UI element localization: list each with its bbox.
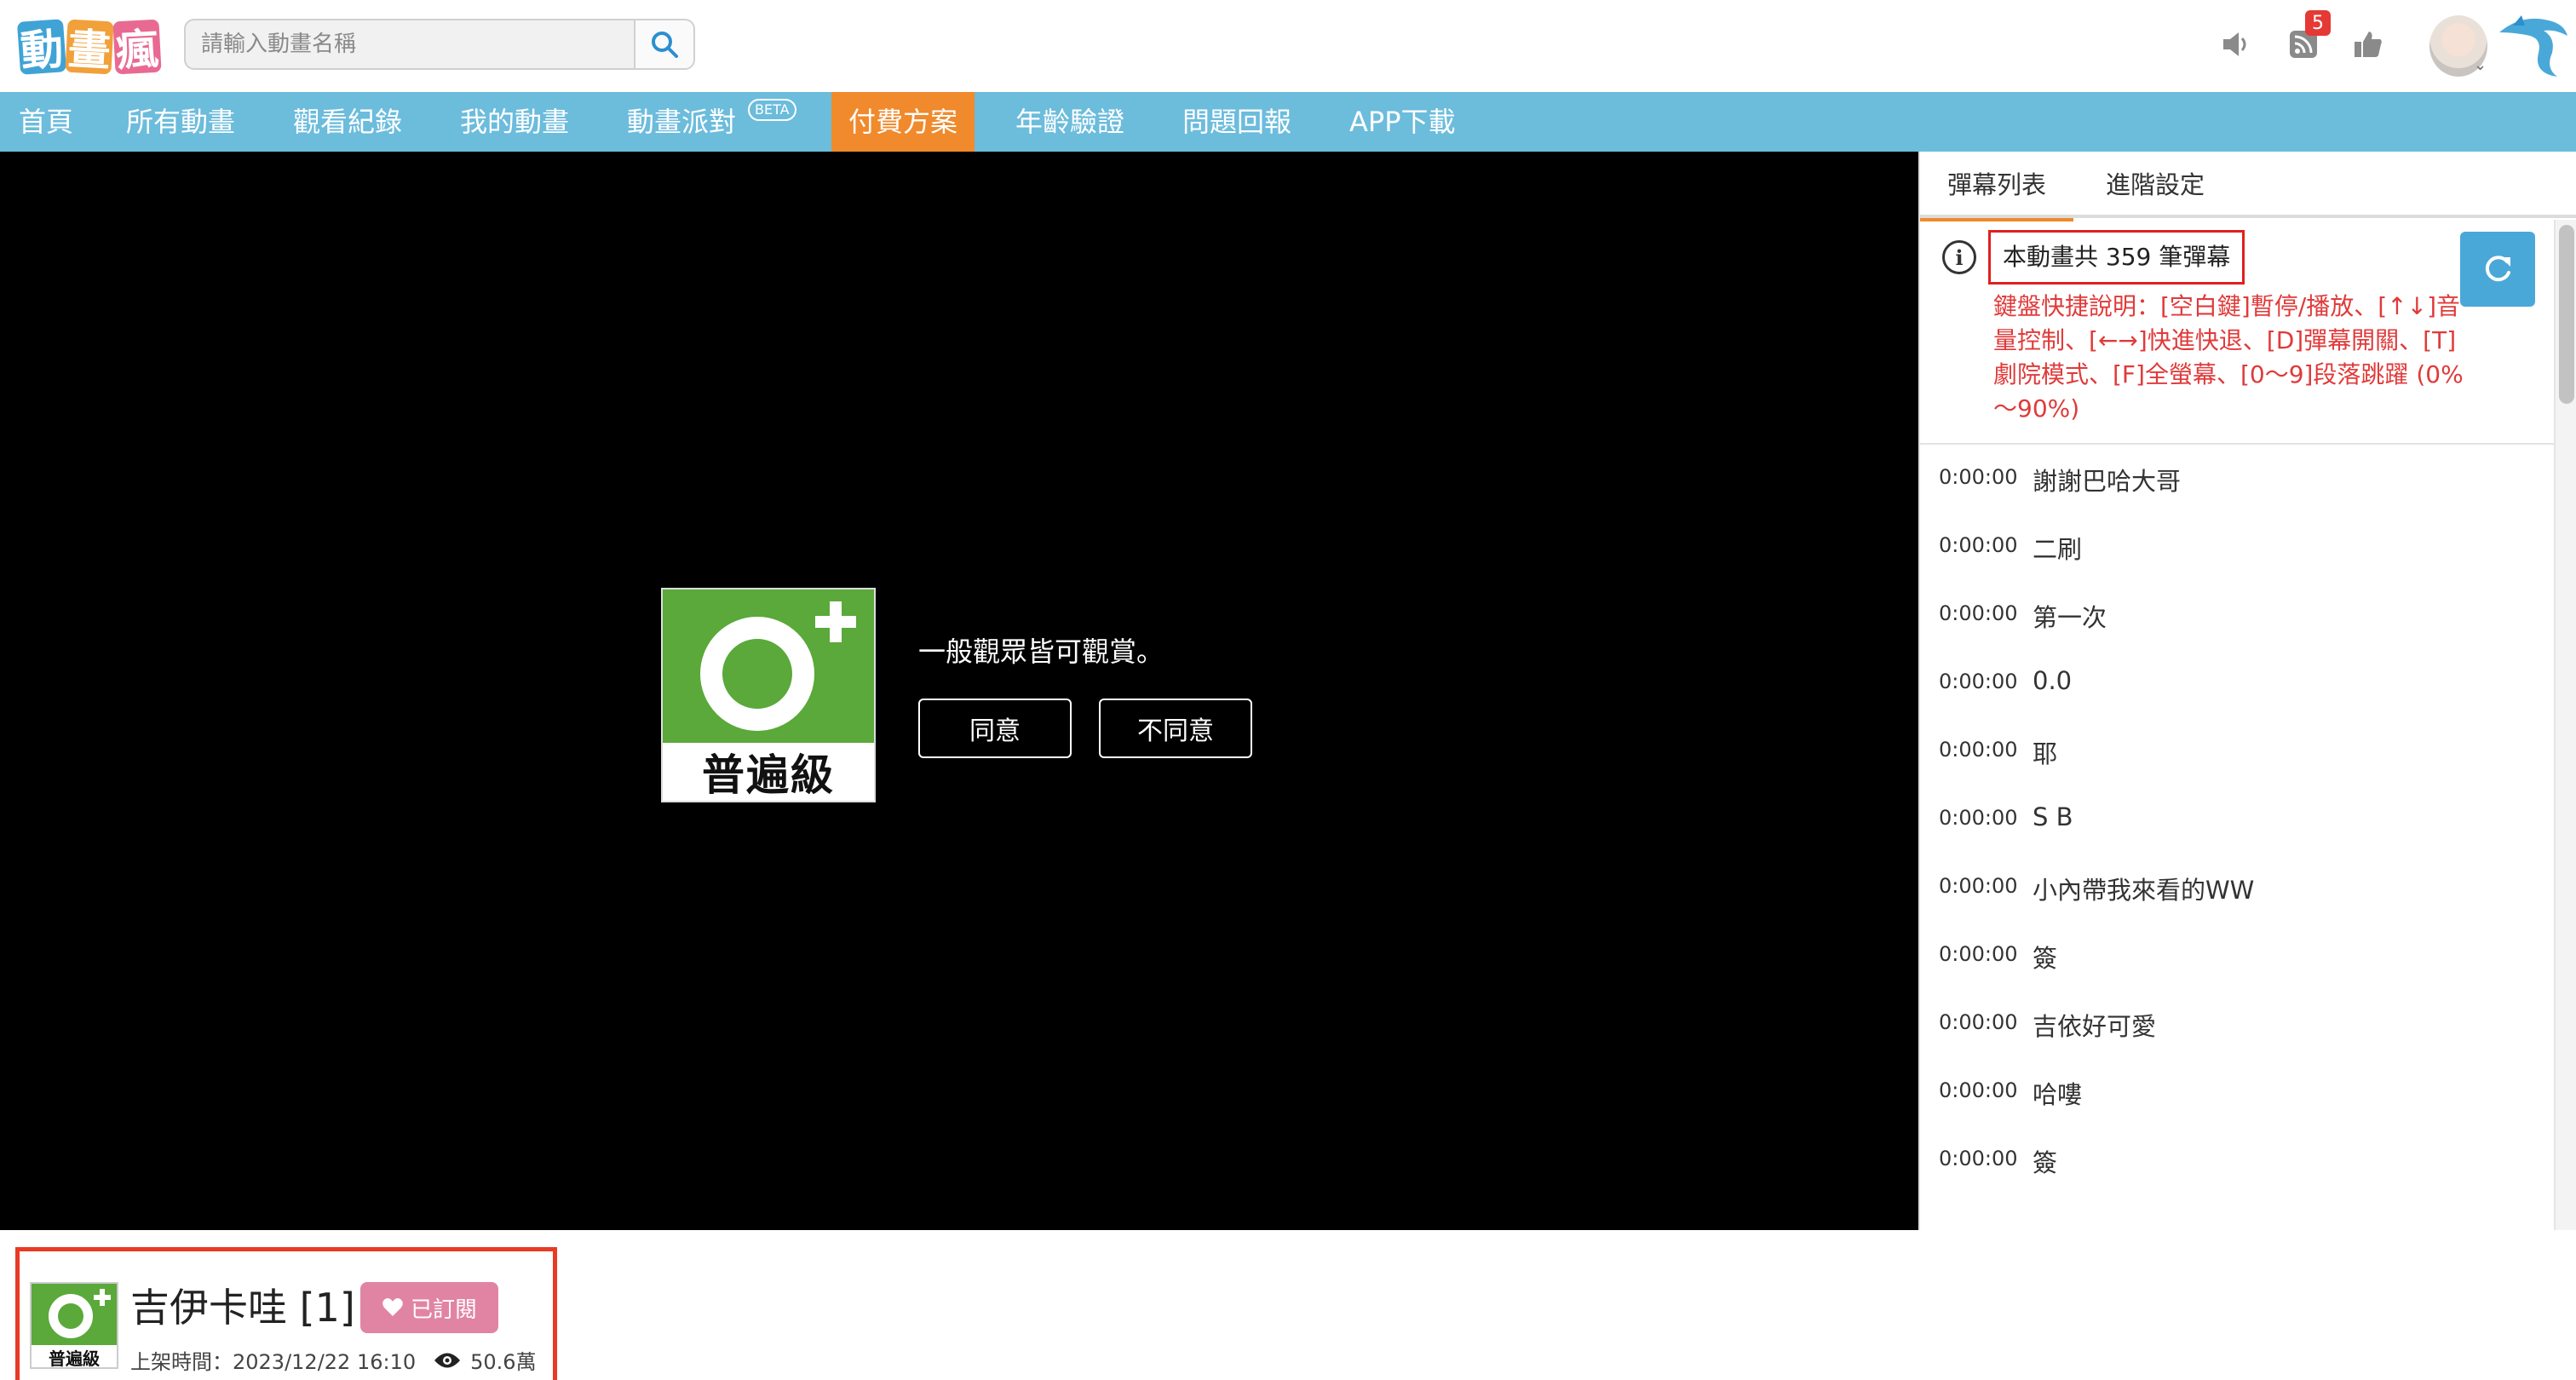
rating-badge-icon: 普遍級: [661, 588, 876, 802]
like-button[interactable]: [2344, 20, 2392, 68]
main-nav: 首頁 所有動畫 觀看紀錄 我的動畫 動畫派對 BETA 付費方案 年齡驗證 問題…: [0, 92, 2576, 152]
logo-char-3: 瘋: [112, 19, 162, 76]
refresh-icon: [2485, 256, 2510, 282]
list-item[interactable]: 0:00:00 簽: [1920, 922, 2554, 990]
beta-badge: BETA: [748, 99, 796, 121]
danmaku-text: 吉依好可愛: [2033, 1012, 2157, 1041]
rating-badge-icon: 普遍級: [30, 1282, 118, 1369]
logo-char-2: 畫: [65, 19, 114, 76]
list-item[interactable]: 0:00:00 謝謝巴哈大哥: [1920, 445, 2554, 513]
speaker-button[interactable]: [2211, 20, 2259, 68]
nav-item-report[interactable]: 問題回報: [1165, 92, 1308, 152]
list-item[interactable]: 0:00:00 簽: [1920, 1126, 2554, 1194]
disagree-button[interactable]: 不同意: [1099, 699, 1252, 758]
list-item[interactable]: 0:00:00 二刷: [1920, 513, 2554, 581]
top-header: 動 畫 瘋 5 ⌄: [0, 0, 2576, 92]
danmaku-time: 0:00:00: [1939, 465, 2018, 489]
danmaku-text: 小內帶我來看的WW: [2033, 876, 2255, 905]
thumbs-up-icon: [2355, 32, 2382, 57]
danmaku-time: 0:00:00: [1939, 1010, 2018, 1034]
notification-badge: 5: [2305, 10, 2331, 36]
nav-item-my-anime[interactable]: 我的動畫: [443, 92, 586, 152]
list-item[interactable]: 0:00:00 耶: [1920, 717, 2554, 785]
danmaku-time: 0:00:00: [1939, 806, 2018, 830]
danmaku-time: 0:00:00: [1939, 738, 2018, 762]
scrollbar-thumb[interactable]: [2559, 225, 2574, 404]
nav-item-all-anime[interactable]: 所有動畫: [109, 92, 252, 152]
video-meta: 上架時間：2023/12/22 16:10 50.6萬: [130, 1345, 537, 1375]
chevron-down-icon[interactable]: ⌄: [2474, 56, 2487, 74]
search-icon: [652, 32, 678, 58]
tab-danmaku-list[interactable]: 彈幕列表: [1920, 152, 2074, 221]
danmaku-time: 0:00:00: [1939, 601, 2018, 625]
list-item[interactable]: 0:00:00 小內帶我來看的WW: [1920, 854, 2554, 922]
tab-advanced-settings[interactable]: 進階設定: [2079, 152, 2232, 218]
danmaku-time: 0:00:00: [1939, 1078, 2018, 1102]
list-item[interactable]: 0:00:00 S B: [1920, 785, 2554, 854]
list-item[interactable]: 0:00:00 第一次: [1920, 581, 2554, 649]
rating-label: 普遍級: [49, 1348, 100, 1369]
danmaku-list[interactable]: 0:00:00 謝謝巴哈大哥 0:00:00 二刷 0:00:00 第一次 0:…: [1920, 445, 2554, 1230]
rating-message: 一般觀眾皆可觀賞。: [918, 635, 1164, 668]
danmaku-time: 0:00:00: [1939, 533, 2018, 557]
search-input[interactable]: [186, 20, 635, 68]
danmaku-text: 耶: [2033, 739, 2058, 768]
danmaku-count: 本動畫共 359 筆彈幕: [1988, 230, 2245, 285]
danmaku-text: 0.0: [2033, 666, 2073, 695]
speaker-icon: [2223, 32, 2246, 56]
site-logo[interactable]: 動 畫 瘋: [16, 15, 162, 77]
subscription-feed-button[interactable]: 5: [2280, 10, 2331, 68]
search-button[interactable]: [634, 20, 693, 68]
danmaku-text: 謝謝巴哈大哥: [2033, 467, 2182, 496]
danmaku-text: 二刷: [2033, 535, 2083, 564]
list-item[interactable]: 0:00:00 0.0: [1920, 649, 2554, 717]
info-icon: i: [1942, 240, 1976, 274]
nav-item-history[interactable]: 觀看紀錄: [276, 92, 419, 152]
subscribe-button[interactable]: 已訂閱: [360, 1282, 498, 1333]
danmaku-text: 第一次: [2033, 603, 2107, 632]
panel-tabs: 彈幕列表 進階設定: [1920, 152, 2576, 221]
logo-char-1: 動: [16, 19, 67, 77]
dragon-logo-icon[interactable]: [2496, 12, 2569, 80]
danmaku-time: 0:00:00: [1939, 1147, 2018, 1170]
upload-time: 上架時間：2023/12/22 16:10: [130, 1350, 417, 1374]
agree-button[interactable]: 同意: [918, 699, 1072, 758]
heart-icon: [382, 1298, 403, 1316]
video-info: 普遍級 吉伊卡哇 [1] 已訂閱 上架時間：2023/12/22 16:10 5…: [15, 1247, 557, 1380]
nav-item-age-verify[interactable]: 年齡驗證: [998, 92, 1141, 152]
video-player[interactable]: 普遍級 一般觀眾皆可觀賞。 同意 不同意: [0, 152, 1918, 1230]
nav-item-anime-party[interactable]: 動畫派對: [610, 92, 753, 152]
danmaku-time: 0:00:00: [1939, 942, 2018, 966]
video-title: 吉伊卡哇 [1]: [130, 1285, 355, 1331]
view-count: 50.6萬: [470, 1350, 537, 1374]
list-item[interactable]: 0:00:00 哈嘍: [1920, 1058, 2554, 1126]
danmaku-panel: 彈幕列表 進階設定 i 本動畫共 359 筆彈幕 鍵盤快捷說明：[空白鍵]暫停/…: [1918, 152, 2576, 1230]
danmaku-text: 哈嘍: [2033, 1080, 2083, 1109]
danmaku-text: 簽: [2033, 944, 2058, 973]
nav-item-app-download[interactable]: APP下載: [1332, 92, 1473, 152]
subscribe-label: 已訂閱: [410, 1297, 477, 1323]
danmaku-text: S B: [2033, 802, 2073, 831]
danmaku-time: 0:00:00: [1939, 874, 2018, 898]
nav-item-paid-plan[interactable]: 付費方案: [831, 92, 975, 152]
danmaku-text: 簽: [2033, 1148, 2058, 1177]
danmaku-time: 0:00:00: [1939, 670, 2018, 693]
search-box: [184, 19, 695, 70]
eye-icon: [434, 1353, 461, 1367]
list-item[interactable]: 0:00:00 吉依好可愛: [1920, 990, 2554, 1058]
nav-item-home[interactable]: 首頁: [2, 92, 90, 152]
rating-label: 普遍級: [702, 750, 835, 800]
keyboard-hint: 鍵盤快捷說明：[空白鍵]暫停/播放、[↑↓]音量控制、[←→]快進快退、[D]彈…: [1993, 292, 2464, 423]
